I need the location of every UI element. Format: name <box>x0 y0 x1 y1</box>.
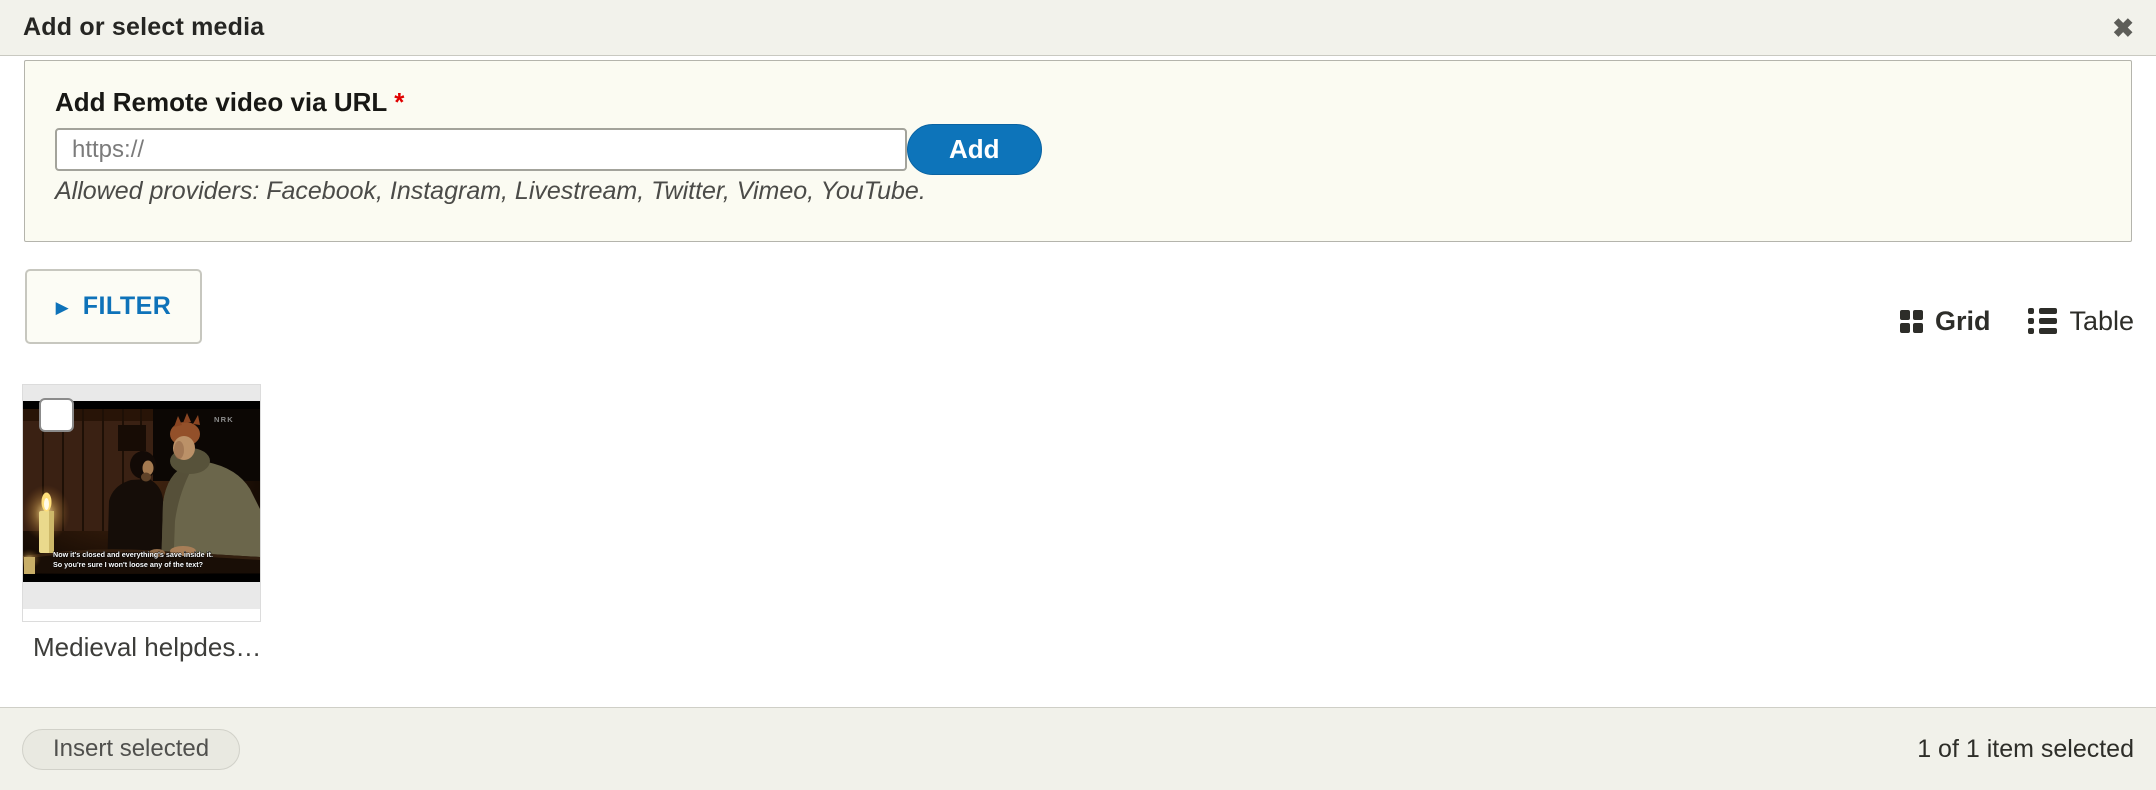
selection-status: 1 of 1 item selected <box>1917 735 2134 764</box>
filter-label: FILTER <box>83 292 172 321</box>
media-item-card[interactable]: NRK Now it's closed and everything's sav… <box>22 384 261 622</box>
grid-view-label: Grid <box>1935 306 1991 337</box>
insert-selected-button[interactable]: Insert selected <box>22 729 240 770</box>
url-field-label-text: Add Remote video via URL <box>55 87 387 117</box>
add-button[interactable]: Add <box>907 124 1042 175</box>
view-toggles: Grid Table <box>1900 301 2134 341</box>
disclosure-triangle-icon: ▶ <box>56 297 69 316</box>
media-item-preview: NRK Now it's closed and everything's sav… <box>23 385 260 609</box>
grid-icon <box>1900 310 1923 333</box>
table-view-label: Table <box>2069 306 2134 337</box>
media-library-dialog: Add or select media ✖ Add Remote video v… <box>0 0 2156 790</box>
subtitle-line-2: So you're sure I won't loose any of the … <box>53 560 203 569</box>
dialog-title: Add or select media <box>23 13 264 42</box>
close-icon: ✖ <box>2112 13 2134 43</box>
broadcaster-logo-text: NRK <box>214 415 234 424</box>
subtitle-line-1: Now it's closed and everything's save in… <box>53 550 213 559</box>
dialog-footer: Insert selected 1 of 1 item selected <box>0 707 2156 790</box>
dialog-header: Add or select media ✖ <box>0 0 2156 56</box>
media-item-checkbox[interactable] <box>39 398 74 432</box>
view-toggle-table[interactable]: Table <box>2028 306 2134 337</box>
remote-video-url-input[interactable] <box>55 128 907 171</box>
allowed-providers-description: Allowed providers: Facebook, Instagram, … <box>55 177 926 206</box>
add-remote-video-panel: Add Remote video via URL* Add Allowed pr… <box>24 60 2132 242</box>
url-field-label: Add Remote video via URL* <box>55 87 404 118</box>
required-marker: * <box>394 87 404 117</box>
close-button[interactable]: ✖ <box>2104 13 2142 43</box>
filter-toggle[interactable]: ▶ FILTER <box>25 269 202 344</box>
table-list-icon <box>2028 308 2057 334</box>
media-item-name: Medieval helpdes… <box>33 632 261 663</box>
view-toggle-grid[interactable]: Grid <box>1900 306 1991 337</box>
